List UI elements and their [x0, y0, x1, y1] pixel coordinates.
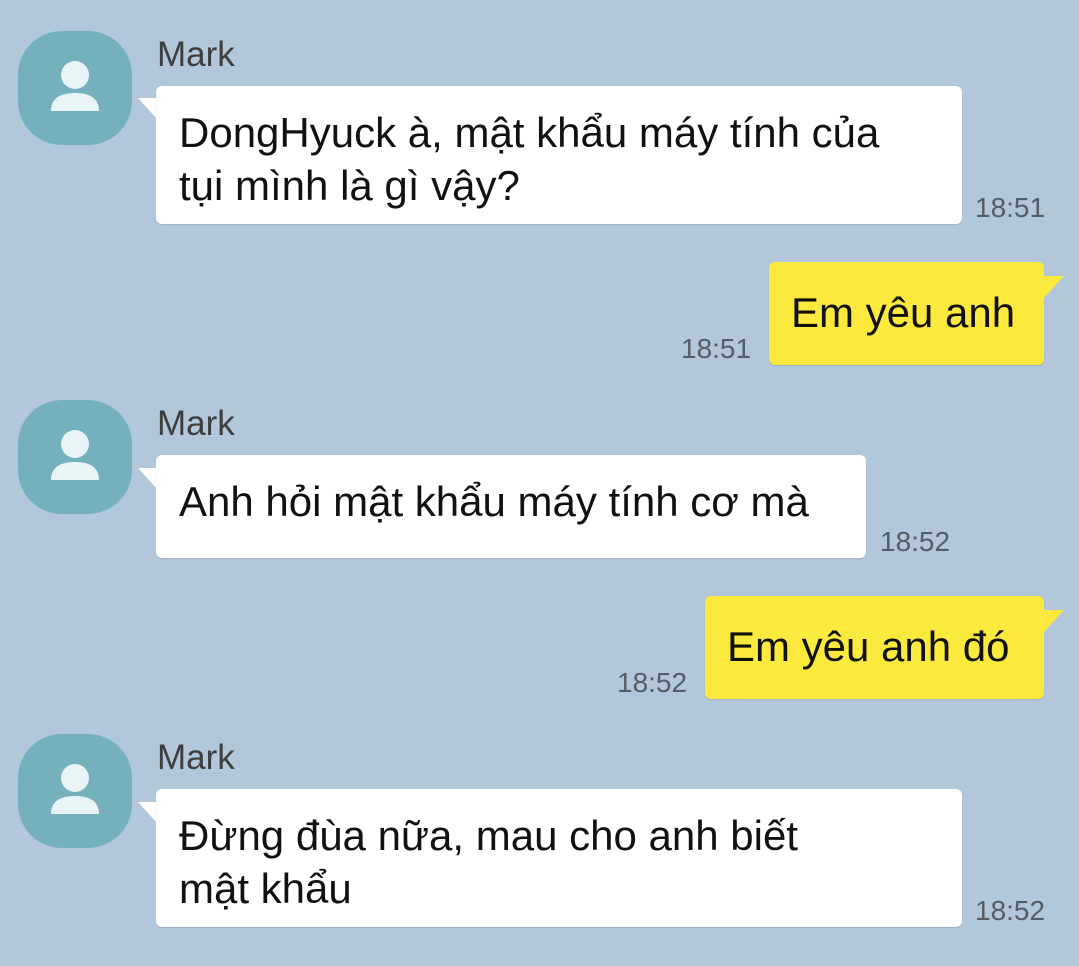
message-text-line: Đừng đùa nữa, mau cho anh biết	[179, 812, 798, 859]
sender-name: Mark	[157, 35, 235, 74]
bubble-tail	[138, 98, 158, 120]
sender-avatar[interactable]	[18, 734, 132, 848]
default-profile-icon	[51, 430, 99, 480]
message-bubble[interactable]: Đừng đùa nữa, mau cho anh biết mật khẩu	[156, 789, 962, 927]
sender-avatar[interactable]	[18, 31, 132, 145]
message-text-line: tụi mình là gì vậy?	[179, 162, 520, 209]
message-text-line: Em yêu anh đó	[727, 623, 1010, 670]
message-timestamp: 18:52	[975, 895, 1046, 926]
default-profile-icon	[51, 764, 99, 814]
message-timestamp: 18:52	[617, 667, 688, 698]
message-timestamp: 18:51	[975, 192, 1046, 223]
default-profile-icon	[51, 61, 99, 111]
message-timestamp: 18:52	[880, 526, 951, 557]
message-timestamp: 18:51	[681, 333, 752, 364]
sender-name: Mark	[157, 738, 235, 777]
message-text-line: Anh hỏi mật khẩu máy tính cơ mà	[179, 478, 809, 525]
message-text-line: mật khẩu	[179, 865, 352, 912]
message-text-line: DongHyuck à, mật khẩu máy tính của	[179, 109, 880, 156]
sender-name: Mark	[157, 404, 235, 443]
bubble-tail	[1044, 610, 1064, 632]
bubble-tail	[138, 802, 158, 824]
message-bubble[interactable]: Em yêu anh	[769, 262, 1044, 365]
message-bubble[interactable]: DongHyuck à, mật khẩu máy tính của tụi m…	[156, 86, 962, 224]
sender-avatar[interactable]	[18, 400, 132, 514]
message-bubble[interactable]: Anh hỏi mật khẩu máy tính cơ mà	[156, 455, 866, 558]
message-text-line: Em yêu anh	[791, 289, 1016, 336]
bubble-tail	[138, 468, 158, 490]
bubble-tail	[1044, 276, 1064, 298]
message-bubble[interactable]: Em yêu anh đó	[705, 596, 1044, 699]
